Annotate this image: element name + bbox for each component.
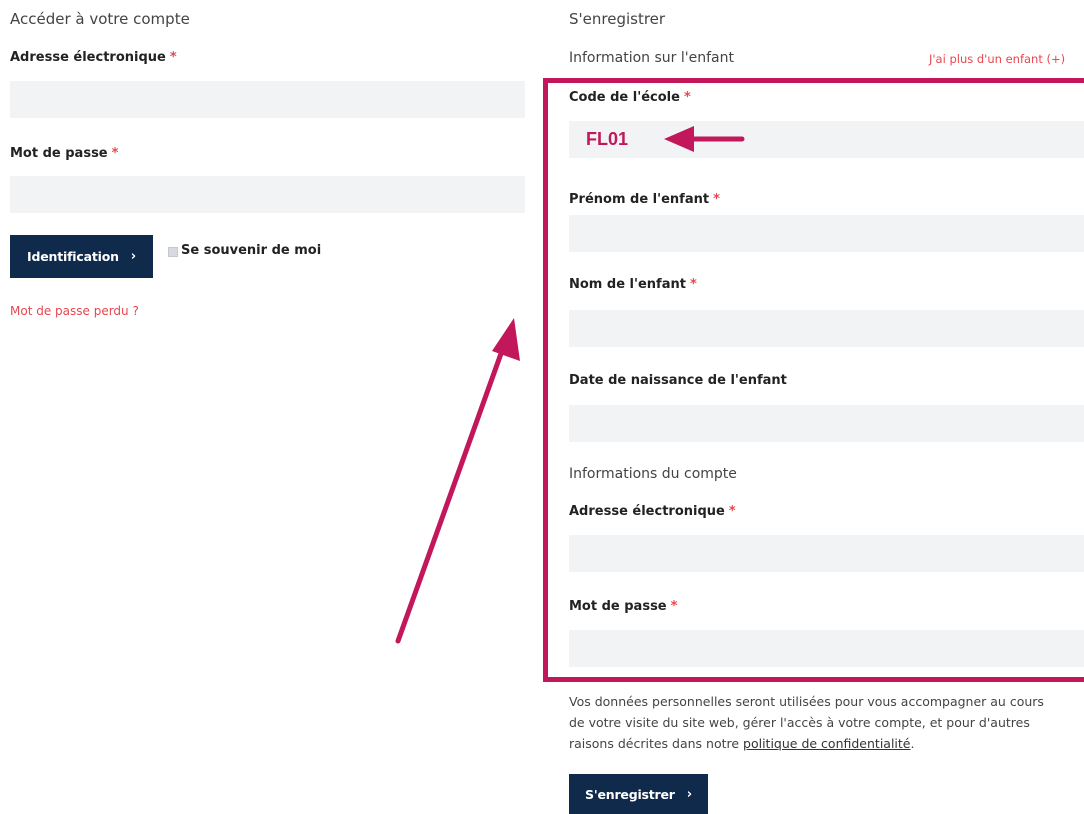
long-arrow-icon [395, 318, 520, 644]
short-arrow-icon [664, 126, 745, 152]
annotation-arrows [395, 126, 745, 644]
